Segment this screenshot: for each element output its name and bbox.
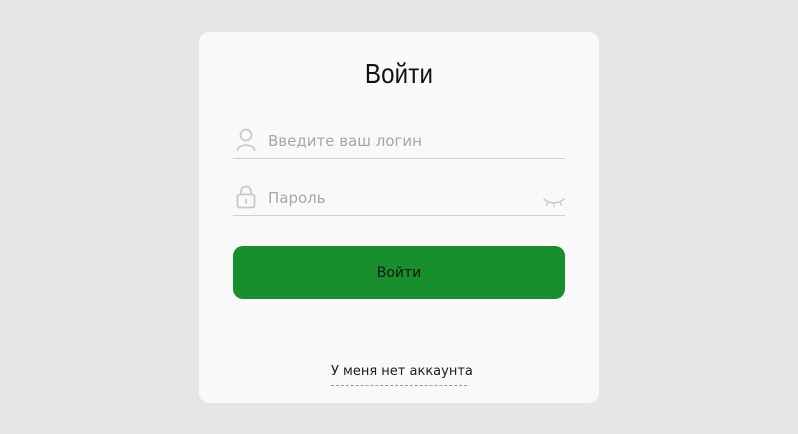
page-title: Войти [364, 58, 434, 89]
password-field [233, 182, 565, 216]
user-icon [236, 128, 256, 152]
eye-closed-icon[interactable] [543, 193, 565, 208]
login-field [233, 125, 565, 159]
lock-icon [236, 185, 256, 209]
register-link[interactable]: У меня нет аккаунта [331, 364, 473, 386]
login-button[interactable]: Войти [233, 246, 565, 299]
login-input[interactable] [268, 125, 538, 157]
password-input[interactable] [268, 182, 538, 214]
